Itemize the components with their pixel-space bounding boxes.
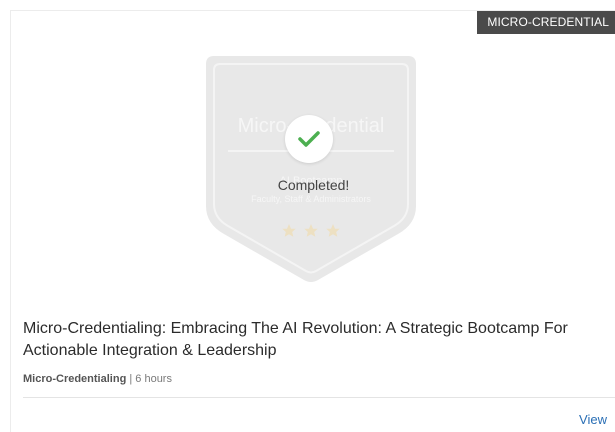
badge-shield-shape	[206, 56, 416, 282]
card-divider	[23, 397, 615, 398]
badge-line3: Faculty, Staff & Administrators	[251, 194, 371, 204]
category-tag: MICRO-CREDENTIAL	[477, 11, 615, 34]
course-card: MICRO-CREDENTIAL Micro-Credential AI Boo…	[10, 10, 615, 432]
completed-check-badge	[285, 115, 333, 163]
course-title[interactable]: Micro-Credentialing: Embracing The AI Re…	[23, 318, 613, 362]
checkmark-icon	[298, 131, 320, 147]
completed-status-label: Completed!	[277, 177, 350, 193]
micro-credential-badge-image: Micro-Credential AI Bootcamp Faculty, St…	[206, 56, 416, 282]
meta-separator: |	[126, 373, 136, 385]
course-duration: 6 hours	[135, 373, 172, 385]
course-meta: Micro-Credentialing | 6 hours	[23, 372, 172, 386]
badge-area[interactable]: Micro-Credential AI Bootcamp Faculty, St…	[11, 34, 615, 304]
course-category: Micro-Credentialing	[23, 373, 127, 385]
view-link[interactable]: View	[579, 412, 607, 428]
